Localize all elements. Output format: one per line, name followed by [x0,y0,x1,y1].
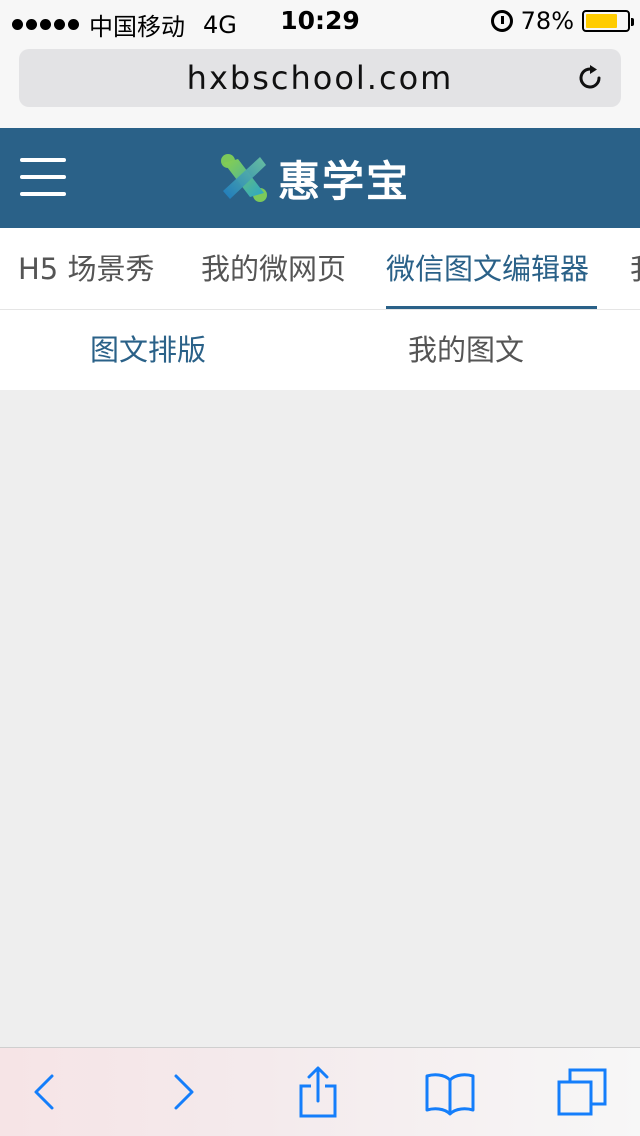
hamburger-menu-icon[interactable] [20,158,66,198]
subtab-my-articles[interactable]: 我的图文 [408,310,524,390]
battery-fill [586,14,618,28]
address-bar[interactable]: hxbschool.com [19,49,621,107]
bookmarks-icon[interactable] [424,1066,476,1118]
sub-tab-bar: 图文排版 我的图文 [0,310,640,390]
active-tab-underline [386,306,597,309]
share-icon[interactable] [292,1066,344,1118]
tab-overflow[interactable]: 我 [630,228,640,309]
url-text[interactable]: hxbschool.com [187,59,454,97]
site-logo[interactable]: 惠学宝 [220,150,410,206]
tab-my-micro-page[interactable]: 我的微网页 [201,228,346,309]
site-header: 惠学宝 [0,128,640,228]
reload-icon[interactable] [575,63,605,93]
subtab-layout[interactable]: 图文排版 [90,310,206,390]
status-right: 78% [490,7,634,35]
tabs-icon[interactable] [556,1066,608,1118]
battery-percent: 78% [520,7,574,35]
main-tab-bar: H5 场景秀 我的微网页 微信图文编辑器 我 [0,228,640,310]
logo-text: 惠学宝 [278,156,411,206]
back-icon[interactable] [18,1066,70,1118]
tab-h5-scene-show[interactable]: H5 场景秀 [18,228,154,309]
status-bar: 中国移动 4G 10:29 78% [0,0,640,41]
battery-icon [582,10,634,32]
alarm-icon [490,10,513,32]
browser-address-area: hxbschool.com [0,40,640,128]
logo-mark-icon [221,154,267,202]
content-area [0,390,640,1047]
browser-toolbar [0,1047,640,1136]
tab-wechat-editor[interactable]: 微信图文编辑器 [386,228,589,309]
forward-icon[interactable] [158,1066,210,1118]
